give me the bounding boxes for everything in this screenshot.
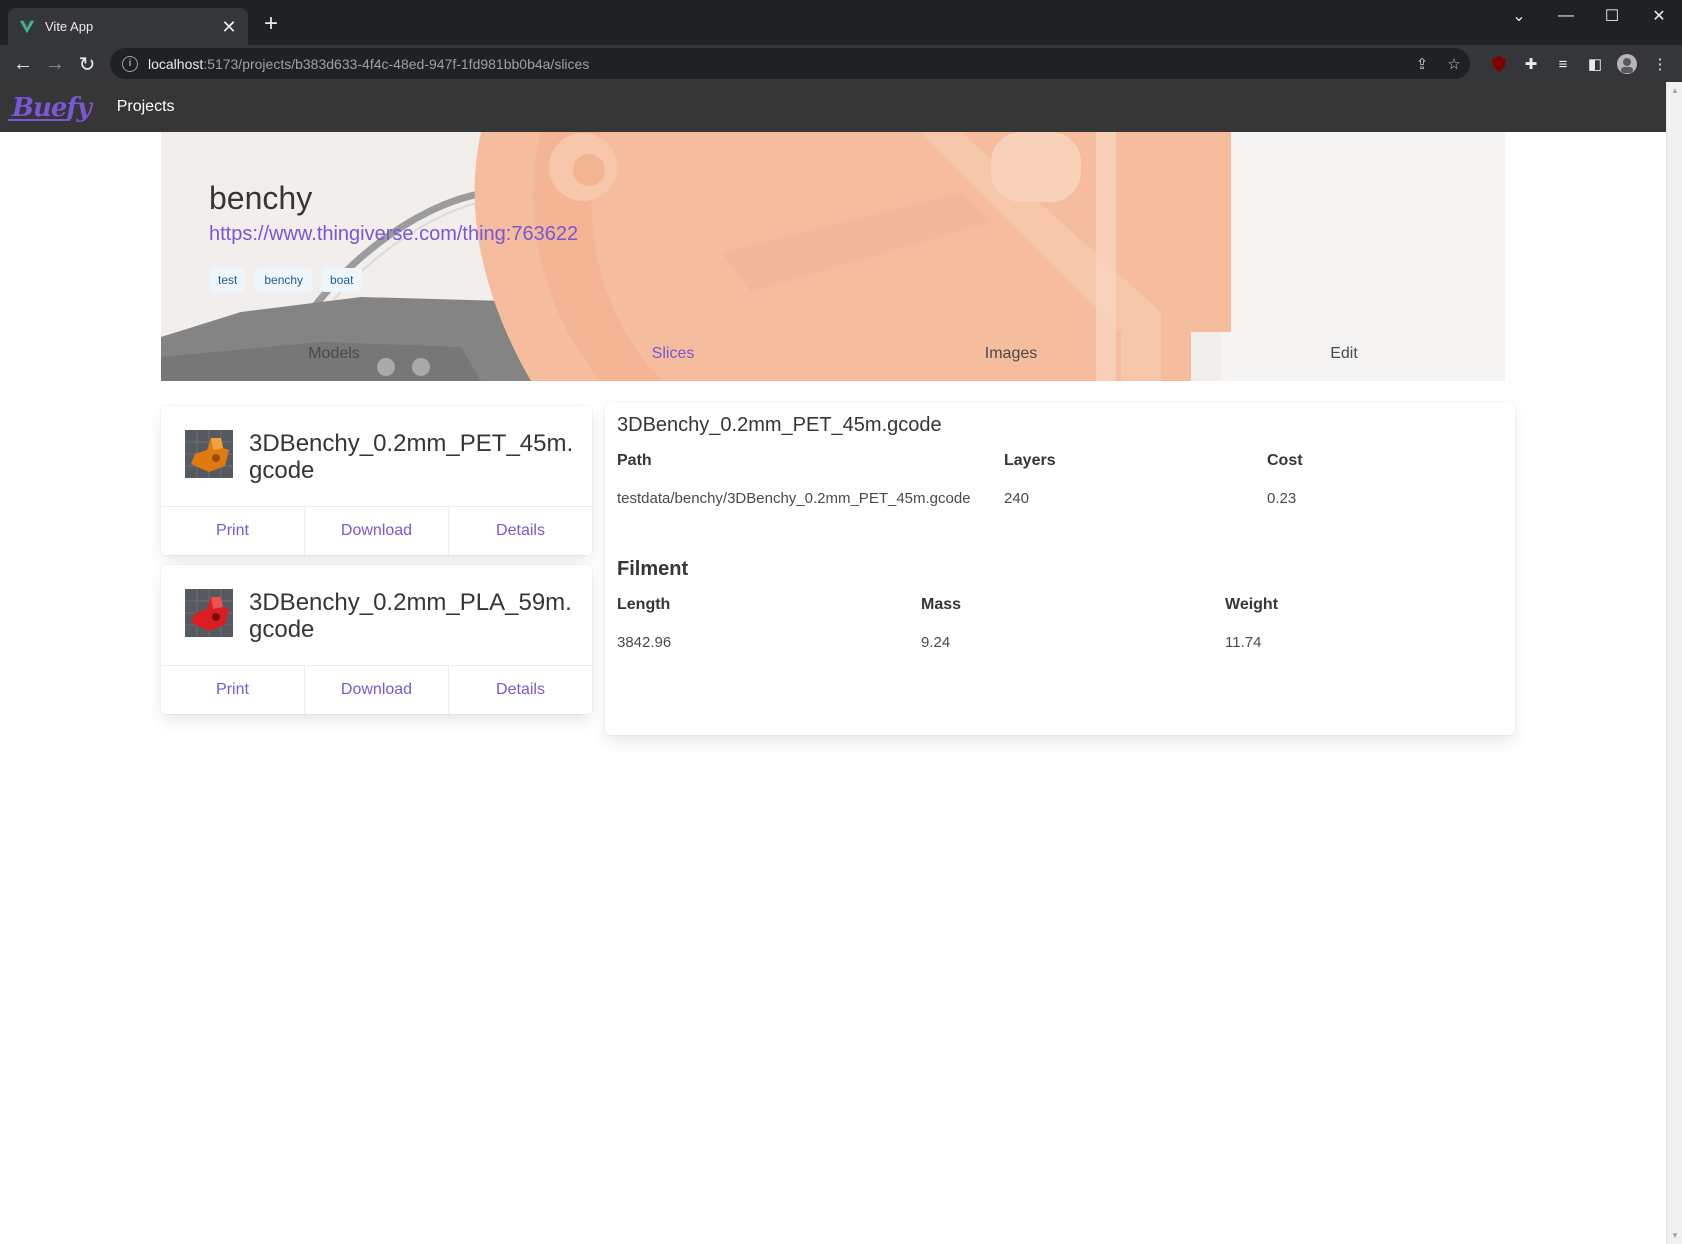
- browser-toolbar: ← → ↻ i localhost:5173/projects/b383d633…: [0, 45, 1682, 82]
- address-bar[interactable]: i localhost:5173/projects/b383d633-4f4c-…: [110, 48, 1470, 79]
- length-value: 3842.96: [617, 634, 672, 651]
- reading-list-icon[interactable]: ≡: [1549, 51, 1577, 77]
- cost-value: 0.23: [1267, 490, 1297, 507]
- extensions-puzzle-icon[interactable]: ✚: [1517, 51, 1545, 77]
- brand-text: Buefy: [12, 93, 92, 123]
- tab-title: Vite App: [45, 19, 94, 34]
- mass-value: 9.24: [921, 634, 951, 651]
- scroll-up-icon[interactable]: ▲: [1670, 86, 1680, 95]
- tab-edit[interactable]: Edit: [1330, 345, 1358, 363]
- project-hero: benchy https://www.thingiverse.com/thing…: [161, 132, 1505, 381]
- details-button[interactable]: Details: [449, 666, 592, 714]
- browser-tab[interactable]: Vite App ✕: [8, 8, 248, 45]
- print-button[interactable]: Print: [161, 507, 305, 555]
- weight-label: Weight: [1225, 596, 1279, 613]
- tag-benchy[interactable]: benchy: [255, 268, 313, 292]
- reload-icon[interactable]: ↻: [73, 50, 101, 78]
- brand-logo[interactable]: Buefy: [0, 93, 92, 123]
- project-title: benchy: [209, 180, 313, 216]
- site-info-icon[interactable]: i: [122, 55, 138, 72]
- slice-card-body: 3DBenchy_0.2mm_PET_45m. gcode: [161, 406, 592, 507]
- tab-slices[interactable]: Slices: [652, 345, 695, 363]
- tag-boat[interactable]: boat: [321, 268, 363, 292]
- cost-label: Cost: [1267, 452, 1303, 469]
- slice-name: 3DBenchy_0.2mm_PLA_59m. gcode: [249, 589, 572, 643]
- close-window-icon[interactable]: ✕: [1636, 0, 1682, 32]
- print-button[interactable]: Print: [161, 666, 305, 714]
- bookmark-star-icon[interactable]: ☆: [1438, 48, 1470, 79]
- details-button[interactable]: Details: [449, 507, 592, 555]
- slice-name: 3DBenchy_0.2mm_PET_45m. gcode: [249, 430, 574, 484]
- tab-models[interactable]: Models: [308, 345, 360, 363]
- slice-card-footer: Print Download Details: [161, 666, 592, 714]
- weight-value: 11.74: [1225, 634, 1262, 651]
- url-path: :5173/projects/b383d633-4f4c-48ed-947f-1…: [203, 55, 590, 72]
- minimize-icon[interactable]: —: [1543, 0, 1589, 32]
- path-label: Path: [617, 452, 652, 469]
- page-scrollbar[interactable]: ▲ ▼: [1666, 82, 1682, 1244]
- slice-thumbnail: [185, 430, 233, 478]
- project-tabs: Models Slices Images Edit: [161, 345, 1505, 381]
- detail-title: 3DBenchy_0.2mm_PET_45m.gcode: [617, 414, 942, 436]
- download-button[interactable]: Download: [305, 666, 449, 714]
- forward-icon[interactable]: →: [41, 50, 69, 78]
- profile-avatar-icon[interactable]: [1613, 51, 1641, 77]
- slice-card-footer: Print Download Details: [161, 507, 592, 555]
- share-icon[interactable]: ⇪: [1406, 48, 1438, 79]
- tab-images[interactable]: Images: [985, 345, 1037, 363]
- hero-background-image: [161, 132, 1505, 381]
- length-label: Length: [617, 596, 671, 613]
- download-button[interactable]: Download: [305, 507, 449, 555]
- layers-value: 240: [1004, 490, 1030, 507]
- path-value: testdata/benchy/3DBenchy_0.2mm_PET_45m.g…: [617, 490, 971, 507]
- project-source-link[interactable]: https://www.thingiverse.com/thing:763622: [209, 223, 578, 246]
- new-tab-icon[interactable]: +: [258, 11, 284, 37]
- slice-card: 3DBenchy_0.2mm_PLA_59m. gcode Print Down…: [161, 565, 592, 714]
- side-panel-icon[interactable]: ◧: [1581, 51, 1609, 77]
- back-icon[interactable]: ←: [9, 50, 37, 78]
- url-host: localhost: [148, 55, 204, 72]
- scroll-down-icon[interactable]: ▼: [1670, 1231, 1680, 1240]
- browser-menu-icon[interactable]: ⋮: [1646, 51, 1674, 77]
- slice-detail-panel: 3DBenchy_0.2mm_PET_45m.gcode Path Layers…: [605, 402, 1515, 735]
- layers-label: Layers: [1004, 452, 1056, 469]
- filament-section-title: Filment: [617, 558, 689, 580]
- maximize-icon[interactable]: ☐: [1589, 0, 1635, 32]
- app-navbar: Buefy Projects: [0, 82, 1666, 132]
- mass-label: Mass: [921, 596, 962, 613]
- project-tags: test benchy boat: [209, 268, 363, 292]
- ublock-extension-icon[interactable]: [1485, 51, 1513, 77]
- vite-logo-icon: [19, 20, 35, 33]
- tag-test[interactable]: test: [209, 268, 247, 292]
- tab-search-icon[interactable]: ⌄: [1496, 0, 1542, 32]
- slice-card: 3DBenchy_0.2mm_PET_45m. gcode Print Down…: [161, 406, 592, 555]
- tab-close-icon[interactable]: ✕: [220, 18, 238, 36]
- nav-projects-link[interactable]: Projects: [117, 98, 175, 116]
- slice-card-body: 3DBenchy_0.2mm_PLA_59m. gcode: [161, 565, 592, 666]
- browser-tab-strip: Vite App ✕ + ⌄ — ☐ ✕: [0, 0, 1682, 45]
- slice-thumbnail: [185, 589, 233, 637]
